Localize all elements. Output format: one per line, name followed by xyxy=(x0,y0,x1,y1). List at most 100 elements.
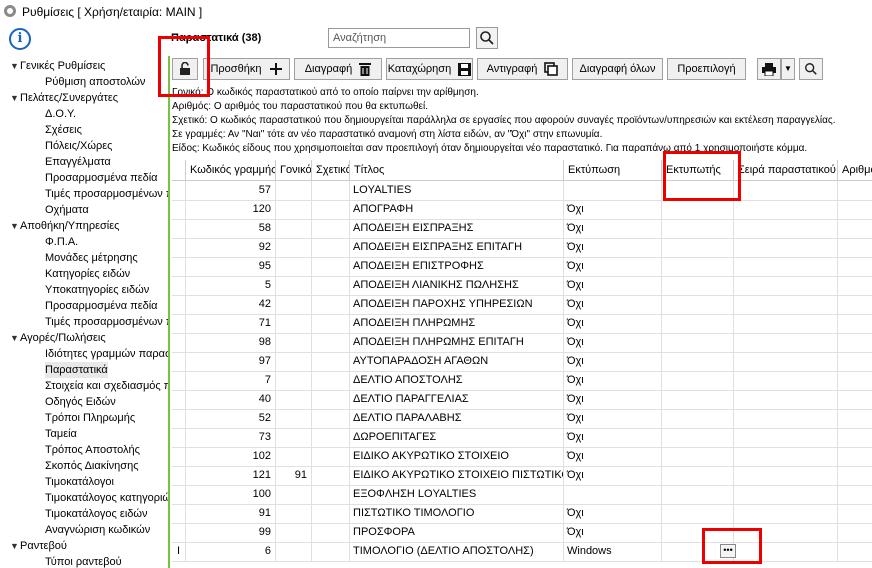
table-cell[interactable]: 73 xyxy=(186,428,276,447)
tree-group[interactable]: ▼Πελάτες/Συνεργάτες xyxy=(10,90,118,106)
tree-item[interactable]: Κατηγορίες ειδών xyxy=(45,266,130,282)
table-cell[interactable]: Όχι xyxy=(564,200,662,219)
table-cell[interactable]: 71 xyxy=(186,314,276,333)
table-cell[interactable] xyxy=(662,466,734,485)
row-selector[interactable] xyxy=(172,219,186,238)
table-cell[interactable] xyxy=(734,276,838,295)
tree-group[interactable]: ▼Αποθήκη/Υπηρεσίες xyxy=(10,218,119,234)
collapse-icon[interactable]: ▼ xyxy=(10,330,20,346)
table-cell[interactable]: Όχι xyxy=(564,238,662,257)
table-cell[interactable] xyxy=(838,314,872,333)
table-cell[interactable]: ΔΕΛΤΙΟ ΑΠΟΣΤΟΛΗΣ xyxy=(350,371,564,390)
column-header[interactable]: Αριθμό xyxy=(838,160,872,180)
table-cell[interactable] xyxy=(662,238,734,257)
column-header[interactable]: Σχετικό xyxy=(312,160,350,180)
table-cell[interactable]: Όχι xyxy=(564,390,662,409)
collapse-icon[interactable]: ▼ xyxy=(10,90,20,106)
row-selector[interactable] xyxy=(172,390,186,409)
table-cell[interactable]: Όχι xyxy=(564,295,662,314)
table-cell[interactable] xyxy=(312,504,350,523)
table-cell[interactable]: ΑΥΤΟΠΑΡΑΔΟΣΗ ΑΓΑΘΩΝ xyxy=(350,352,564,371)
table-cell[interactable]: 92 xyxy=(186,238,276,257)
table-cell[interactable]: ΑΠΟΔΕΙΞΗ ΠΛΗΡΩΜΗΣ xyxy=(350,314,564,333)
tree-item[interactable]: Τιμοκατάλογος κατηγοριώ xyxy=(45,490,168,506)
table-cell[interactable] xyxy=(838,333,872,352)
info-icon[interactable]: i xyxy=(9,28,31,50)
tree-item[interactable]: Οχήματα xyxy=(45,202,89,218)
table-cell[interactable]: 98 xyxy=(186,333,276,352)
table-cell[interactable]: 57 xyxy=(186,181,276,200)
table-cell[interactable] xyxy=(662,428,734,447)
table-cell[interactable] xyxy=(662,523,734,542)
table-cell[interactable] xyxy=(312,352,350,371)
table-cell[interactable] xyxy=(276,276,312,295)
table-cell[interactable] xyxy=(838,466,872,485)
row-selector[interactable] xyxy=(172,466,186,485)
table-cell[interactable]: Όχι xyxy=(564,314,662,333)
table-cell[interactable] xyxy=(662,276,734,295)
table-cell[interactable] xyxy=(838,485,872,504)
table-row[interactable]: 97 ΑΥΤΟΠΑΡΑΔΟΣΗ ΑΓΑΘΩΝ Όχι xyxy=(172,352,872,372)
table-cell[interactable] xyxy=(662,200,734,219)
table-cell[interactable] xyxy=(838,542,872,561)
table-cell[interactable]: ΤΙΜΟΛΟΓΙΟ (ΔΕΛΤΙΟ ΑΠΟΣΤΟΛΗΣ) xyxy=(350,542,564,561)
table-cell[interactable]: ΑΠΟΔΕΙΞΗ ΕΠΙΣΤΡΟΦΗΣ xyxy=(350,257,564,276)
table-row[interactable]: 100 ΕΞΟΦΛΗΣΗ LOYALTIES xyxy=(172,485,872,505)
tree-item[interactable]: Σκοπός Διακίνησης xyxy=(45,458,139,474)
table-row[interactable]: 52 ΔΕΛΤΙΟ ΠΑΡΑΛΑΒΗΣ Όχι xyxy=(172,409,872,429)
table-cell[interactable] xyxy=(734,314,838,333)
table-cell[interactable]: Όχι xyxy=(564,504,662,523)
table-cell[interactable] xyxy=(734,542,838,561)
table-cell[interactable] xyxy=(276,314,312,333)
tree-item[interactable]: Στοιχεία και σχεδιασμός π xyxy=(45,378,168,394)
table-cell[interactable] xyxy=(838,181,872,200)
tree-item[interactable]: Τιμοκατάλογοι xyxy=(45,474,114,490)
table-cell[interactable] xyxy=(312,485,350,504)
table-cell[interactable] xyxy=(312,428,350,447)
table-cell[interactable] xyxy=(276,504,312,523)
table-cell[interactable]: ΠΡΟΣΦΟΡΑ xyxy=(350,523,564,542)
table-cell[interactable] xyxy=(838,504,872,523)
table-cell[interactable] xyxy=(276,485,312,504)
row-selector[interactable] xyxy=(172,257,186,276)
row-selector[interactable] xyxy=(172,314,186,333)
table-cell[interactable] xyxy=(838,447,872,466)
tree-item[interactable]: Προσαρμοσμένα πεδία xyxy=(45,170,158,186)
table-cell[interactable]: Όχι xyxy=(564,257,662,276)
table-cell[interactable] xyxy=(312,466,350,485)
add-button[interactable]: Προσθήκη xyxy=(203,58,290,80)
table-cell[interactable] xyxy=(734,390,838,409)
table-cell[interactable]: 5 xyxy=(186,276,276,295)
table-row[interactable]: 121 91 ΕΙΔΙΚΟ ΑΚΥΡΩΤΙΚΟ ΣΤΟΙΧΕΙΟ ΠΙΣΤΩΤΙΚΟ… xyxy=(172,466,872,486)
table-cell[interactable]: ΑΠΟΔΕΙΞΗ ΛΙΑΝΙΚΗΣ ΠΩΛΗΣΗΣ xyxy=(350,276,564,295)
table-cell[interactable] xyxy=(662,409,734,428)
table-cell[interactable] xyxy=(838,200,872,219)
table-cell[interactable] xyxy=(734,447,838,466)
table-cell[interactable]: ΔΕΛΤΙΟ ΠΑΡΑΛΑΒΗΣ xyxy=(350,409,564,428)
table-cell[interactable] xyxy=(838,352,872,371)
table-cell[interactable]: Όχι xyxy=(564,333,662,352)
table-cell[interactable] xyxy=(734,238,838,257)
table-cell[interactable] xyxy=(312,371,350,390)
search-button[interactable] xyxy=(476,27,498,49)
table-row[interactable]: 73 ΔΩΡΟΕΠΙΤΑΓΕΣ Όχι xyxy=(172,428,872,448)
table-cell[interactable]: ΑΠΟΔΕΙΞΗ ΠΛΗΡΩΜΗΣ ΕΠΙΤΑΓΗ xyxy=(350,333,564,352)
table-cell[interactable]: LOYALTIES xyxy=(350,181,564,200)
tree-group[interactable]: ▼Γενικές Ρυθμίσεις xyxy=(10,58,105,74)
print-dropdown-button[interactable]: ▼ xyxy=(781,58,795,80)
tree-item[interactable]: Ρύθμιση αποστολών xyxy=(45,74,145,90)
table-cell[interactable] xyxy=(312,447,350,466)
row-selector[interactable] xyxy=(172,409,186,428)
table-row[interactable]: 92 ΑΠΟΔΕΙΞΗ ΕΙΣΠΡΑΞΗΣ ΕΠΙΤΑΓΗ Όχι xyxy=(172,238,872,258)
table-cell[interactable] xyxy=(276,428,312,447)
table-cell[interactable] xyxy=(564,485,662,504)
table-cell[interactable]: 99 xyxy=(186,523,276,542)
table-cell[interactable] xyxy=(838,219,872,238)
table-cell[interactable] xyxy=(662,504,734,523)
default-button[interactable]: Προεπιλογή xyxy=(667,58,746,80)
table-row[interactable]: 7 ΔΕΛΤΙΟ ΑΠΟΣΤΟΛΗΣ Όχι xyxy=(172,371,872,391)
table-cell[interactable] xyxy=(312,333,350,352)
tree-item[interactable]: Τύποι ραντεβού xyxy=(45,554,122,568)
tree-item[interactable]: Ταμεία xyxy=(45,426,77,442)
documents-grid[interactable]: Κωδικός γραμμής Γονικό Σχετικό Τίτλος Εκτύπω… xyxy=(172,160,872,568)
